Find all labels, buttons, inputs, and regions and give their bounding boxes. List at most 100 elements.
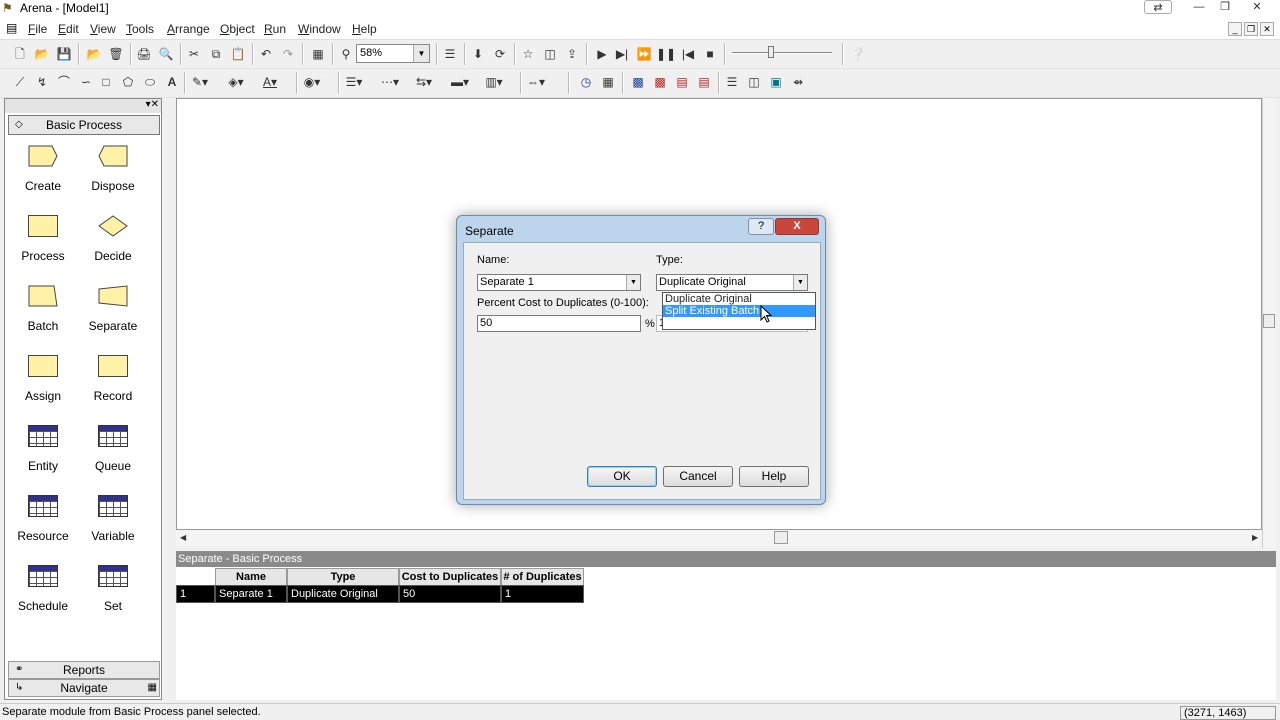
arrow-style-icon[interactable]: ⇆▾ <box>414 72 434 92</box>
zoom-select[interactable]: 58% ▼ <box>356 44 430 63</box>
line-style-icon[interactable]: ⋯▾ <box>380 72 400 92</box>
step-icon[interactable]: ▶| <box>612 44 632 64</box>
fast-forward-icon[interactable]: ⏩ <box>634 44 654 64</box>
station-icon[interactable]: ▣ <box>766 72 786 92</box>
ellipse-icon[interactable]: ⬭ <box>140 72 160 92</box>
module-queue[interactable]: Queue <box>78 417 148 477</box>
module-assign[interactable]: Assign <box>8 347 78 407</box>
open-folder-icon[interactable]: 📂 <box>32 44 52 64</box>
type-option-split-existing-batch[interactable]: Split Existing Batch <box>663 305 815 317</box>
name-combobox[interactable]: Separate 1 ▼ <box>477 274 641 291</box>
animation-speed-slider[interactable] <box>732 46 834 61</box>
line-icon[interactable]: ⟋ <box>10 72 30 92</box>
route-icon[interactable]: ⇴ <box>788 72 808 92</box>
menu-object[interactable]: Object <box>220 22 255 36</box>
module-create[interactable]: Create <box>8 137 78 197</box>
mdi-restore-button[interactable]: ❐ <box>1244 22 1258 36</box>
clock-icon[interactable]: ◷ <box>576 72 596 92</box>
module-variable[interactable]: Variable <box>78 487 148 547</box>
animate-connector-icon[interactable]: ☆ <box>518 44 538 64</box>
table-cell-cost[interactable]: 50 <box>399 585 501 603</box>
connect-icon[interactable]: ⬇ <box>468 44 488 64</box>
scroll-left-icon[interactable]: ◀ <box>180 533 186 542</box>
cost-input[interactable]: 50 <box>477 315 641 332</box>
fill-pattern-icon[interactable]: ▥▾ <box>484 72 504 92</box>
module-separate[interactable]: Separate <box>78 277 148 337</box>
column-header-cost[interactable]: Cost to Duplicates <box>399 568 501 586</box>
slider-thumb[interactable] <box>768 46 774 58</box>
module-entity[interactable]: Entity <box>8 417 78 477</box>
pause-icon[interactable]: ❚❚ <box>656 44 676 64</box>
menu-arrange[interactable]: Arrange <box>167 22 210 36</box>
end-icon[interactable]: ■ <box>700 44 720 64</box>
line-color-icon[interactable]: ✎▾ <box>190 72 210 92</box>
module-resource[interactable]: Resource <box>8 487 78 547</box>
layers-icon[interactable]: ☰ <box>440 44 460 64</box>
table-cell-duplicates[interactable]: 1 <box>501 585 584 603</box>
line-width-icon[interactable]: ☰▾ <box>344 72 364 92</box>
module-process[interactable]: Process <box>8 207 78 267</box>
polyline-icon[interactable]: ↯ <box>32 72 52 92</box>
resource-icon[interactable]: ◫ <box>744 72 764 92</box>
date-icon[interactable]: ▦ <box>598 72 618 92</box>
horizontal-scrollbar[interactable]: ◀ ▶ <box>176 530 1262 546</box>
dialog-close-button[interactable]: X <box>775 218 819 235</box>
new-file-icon[interactable]: 🗋 <box>10 44 30 64</box>
type-select[interactable]: Duplicate Original ▼ <box>656 274 808 291</box>
menu-tools[interactable]: Tools <box>126 22 154 36</box>
queue-icon[interactable]: ☰ <box>722 72 742 92</box>
module-set[interactable]: Set <box>78 557 148 617</box>
document-icon[interactable]: ▤ <box>6 21 17 35</box>
view-region-icon[interactable]: ▦ <box>308 44 328 64</box>
mdi-close-button[interactable]: ✕ <box>1260 22 1274 36</box>
scroll-right-icon[interactable]: ▶ <box>1252 533 1258 542</box>
ok-button[interactable]: OK <box>587 466 657 487</box>
module-schedule[interactable]: Schedule <box>8 557 78 617</box>
menu-run[interactable]: Run <box>264 22 286 36</box>
help-button[interactable]: Help <box>739 466 809 487</box>
menu-file[interactable]: File <box>28 22 47 36</box>
redo-icon[interactable]: ↷ <box>278 44 298 64</box>
cancel-button[interactable]: Cancel <box>663 466 733 487</box>
save-icon[interactable]: 💾 <box>54 44 74 64</box>
restore-ribbon-icon[interactable]: ⇄ <box>1144 0 1172 14</box>
column-header-type[interactable]: Type <box>287 568 399 586</box>
show-dimensions-icon[interactable]: ⇔▾ <box>526 72 546 92</box>
vertical-scroll-thumb[interactable] <box>1263 314 1275 328</box>
table-cell-type[interactable]: Duplicate Original <box>287 585 399 603</box>
copy-icon[interactable]: ⧉ <box>206 44 226 64</box>
plot-icon[interactable]: ▤ <box>694 72 714 92</box>
start-over-icon[interactable]: |◀ <box>678 44 698 64</box>
dialog-help-button[interactable]: ? <box>748 218 774 235</box>
type-option-duplicate-original[interactable]: Duplicate Original <box>663 293 815 305</box>
close-icon[interactable]: ▾✕ <box>146 99 159 110</box>
module-dispose[interactable]: Dispose <box>78 137 148 197</box>
grid-icon[interactable]: ▦ <box>148 680 157 696</box>
histogram-icon[interactable]: ▤ <box>672 72 692 92</box>
chevron-down-icon[interactable]: ▼ <box>793 275 807 290</box>
menu-help[interactable]: Help <box>352 22 377 36</box>
line-pattern-icon[interactable]: ▬▾ <box>450 72 470 92</box>
bezier-icon[interactable]: ∽ <box>76 72 96 92</box>
submodel-icon[interactable]: ◫ <box>540 44 560 64</box>
paste-icon[interactable]: 📋 <box>228 44 248 64</box>
table-cell-name[interactable]: Separate 1 <box>215 585 287 603</box>
menu-window[interactable]: Window <box>298 22 341 36</box>
zoom-icon[interactable]: ⚲ <box>336 44 356 64</box>
window-background-color-icon[interactable]: ◉▾ <box>302 72 322 92</box>
module-decide[interactable]: Decide <box>78 207 148 267</box>
basic-process-panel-header[interactable]: ◇ Basic Process <box>8 115 160 135</box>
template-detach-icon[interactable]: 🗑 <box>106 44 126 64</box>
variable-icon[interactable]: ▩ <box>628 72 648 92</box>
cut-icon[interactable]: ✂ <box>184 44 204 64</box>
text-icon[interactable]: A <box>162 72 182 92</box>
close-button[interactable]: ✕ <box>1244 0 1270 14</box>
context-help-icon[interactable]: ❔ <box>848 44 868 64</box>
menu-view[interactable]: View <box>90 22 116 36</box>
menu-edit[interactable]: Edit <box>58 22 79 36</box>
undo-icon[interactable]: ↶ <box>256 44 276 64</box>
arc-icon[interactable]: ⌒ <box>54 72 74 92</box>
column-header-name[interactable]: Name <box>215 568 287 586</box>
chevron-down-icon[interactable]: ▼ <box>626 275 640 290</box>
print-preview-icon[interactable]: 🔍 <box>156 44 176 64</box>
